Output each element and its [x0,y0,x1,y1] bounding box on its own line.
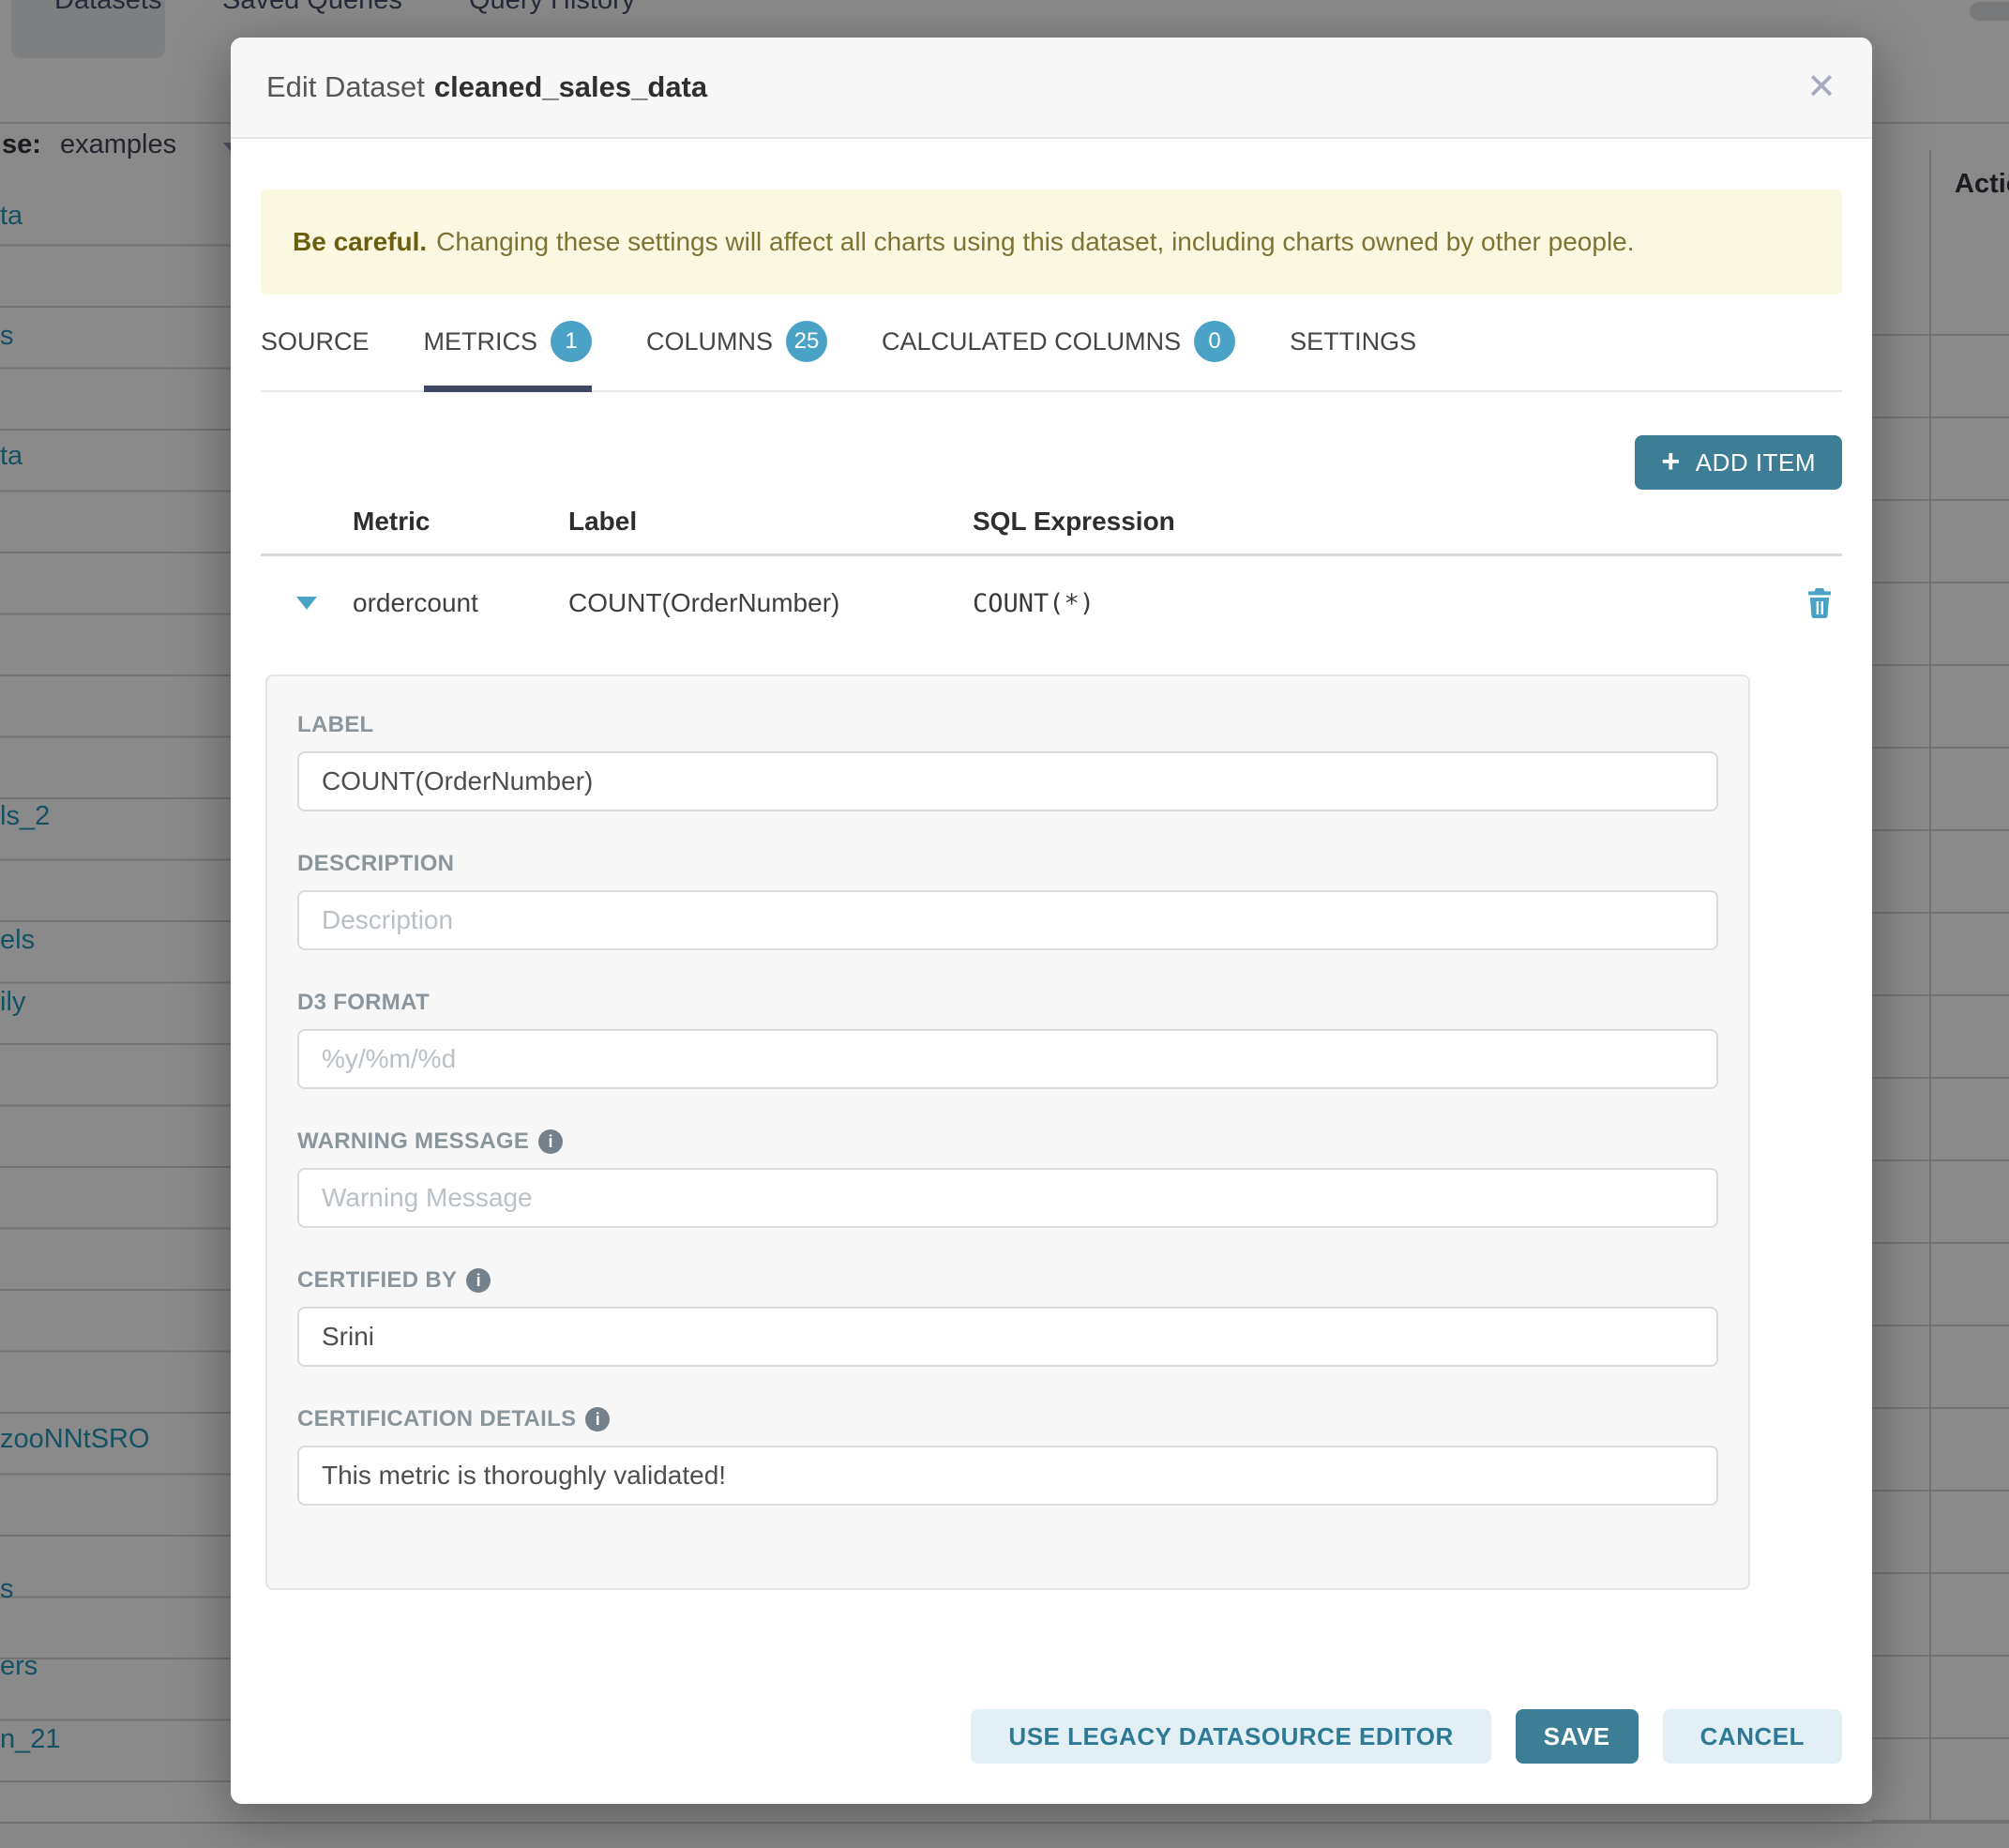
field-label: WARNING MESSAGE i [297,1128,1718,1155]
metric-label: COUNT(OrderNumber) [568,588,973,618]
edit-dataset-modal: Edit Dataset cleaned_sales_data ✕ Be car… [231,38,1872,1804]
warning-banner-text: Changing these settings will affect all … [436,227,1634,257]
modal-title: Edit Dataset cleaned_sales_data [266,70,707,104]
modal-body: Be careful. Changing these settings will… [231,189,1872,1590]
field-label: CERTIFICATION DETAILS i [297,1406,1718,1432]
form-group-certification-details: CERTIFICATION DETAILS i [297,1406,1718,1506]
modal-footer: USE LEGACY DATASOURCE EDITOR SAVE CANCEL [971,1709,1842,1764]
tab-calculated-columns[interactable]: CALCULATED COLUMNS 0 [882,321,1235,390]
metric-row: ordercount COUNT(OrderNumber) COUNT(*) [261,556,1842,650]
tab-label: METRICS [424,327,538,356]
modal-tab-bar: SOURCE METRICS 1 COLUMNS 25 CALCULATED C… [261,321,1842,392]
field-label: CERTIFIED BY i [297,1267,1718,1294]
form-group-warning-message: WARNING MESSAGE i [297,1128,1718,1228]
cancel-button[interactable]: CANCEL [1663,1709,1842,1764]
add-item-button[interactable]: + ADD ITEM [1635,435,1842,490]
close-icon[interactable]: ✕ [1806,69,1836,105]
tab-label: SOURCE [261,327,370,356]
field-label: D3 FORMAT [297,990,1718,1016]
form-group-description: DESCRIPTION [297,851,1718,950]
field-label: DESCRIPTION [297,851,1718,877]
tab-metrics[interactable]: METRICS 1 [424,321,593,390]
tab-count-badge: 1 [551,321,592,362]
datasets-page: Datasets Saved Queries Query History se:… [0,0,2009,1848]
tab-settings[interactable]: SETTINGS [1290,321,1416,390]
tab-label: CALCULATED COLUMNS [882,327,1181,356]
certification-details-input[interactable] [297,1446,1718,1506]
modal-title-dataset-name: cleaned_sales_data [434,70,707,104]
warning-banner: Be careful. Changing these settings will… [261,189,1842,295]
modal-title-prefix: Edit Dataset [266,70,425,104]
trash-icon [1805,586,1835,620]
info-icon[interactable]: i [466,1268,491,1293]
field-label: LABEL [297,712,1718,738]
tab-count-badge: 0 [1194,321,1235,362]
column-header-sql-expression: SQL Expression [973,507,1797,537]
warning-message-input[interactable] [297,1168,1718,1228]
info-icon[interactable]: i [585,1407,610,1431]
modal-header: Edit Dataset cleaned_sales_data ✕ [231,38,1872,139]
tab-label: COLUMNS [646,327,773,356]
metrics-table-header: Metric Label SQL Expression [261,507,1842,556]
metric-name: ordercount [353,588,568,618]
warning-banner-bold: Be careful. [293,227,427,257]
column-header-metric: Metric [353,507,568,537]
tab-columns[interactable]: COLUMNS 25 [646,321,827,390]
tab-count-badge: 25 [786,321,827,362]
form-group-certified-by: CERTIFIED BY i [297,1267,1718,1367]
d3-format-input[interactable] [297,1029,1718,1089]
use-legacy-datasource-editor-button[interactable]: USE LEGACY DATASOURCE EDITOR [971,1709,1490,1764]
column-header-label: Label [568,507,973,537]
tab-label: SETTINGS [1290,327,1416,356]
metrics-toolbar: + ADD ITEM [261,435,1842,490]
metric-sql-expression: COUNT(*) [973,589,1797,618]
certified-by-input[interactable] [297,1307,1718,1367]
metric-detail-panel: LABEL DESCRIPTION D3 FORMAT [265,674,1750,1590]
delete-metric-button[interactable] [1797,586,1842,620]
add-item-label: ADD ITEM [1696,448,1816,477]
info-icon[interactable]: i [538,1129,563,1154]
tab-source[interactable]: SOURCE [261,321,370,390]
form-group-label: LABEL [297,712,1718,811]
collapse-caret-icon[interactable] [296,597,317,610]
plus-icon: + [1661,446,1680,477]
label-input[interactable] [297,751,1718,811]
description-input[interactable] [297,890,1718,950]
save-button[interactable]: SAVE [1516,1709,1639,1764]
form-group-d3-format: D3 FORMAT [297,990,1718,1089]
